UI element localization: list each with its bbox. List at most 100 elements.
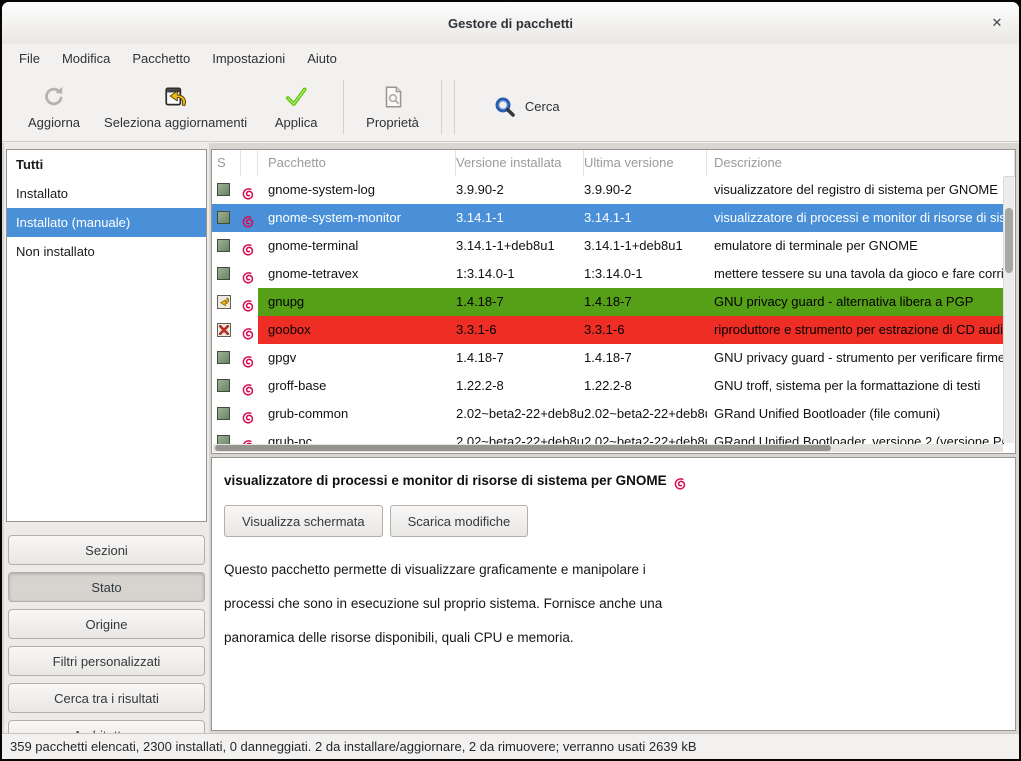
filter-mode-button-sezioni[interactable]: Sezioni: [8, 535, 205, 565]
menu-pacchetto[interactable]: Pacchetto: [121, 47, 201, 70]
changelog-button[interactable]: Scarica modifiche: [390, 505, 529, 537]
latest-version: 1.4.18-7: [584, 288, 707, 316]
apply-button[interactable]: Applica: [259, 80, 333, 134]
filter-mode-button-origine[interactable]: Origine: [8, 609, 205, 639]
column-header-descrizione[interactable]: Descrizione: [707, 150, 1015, 176]
titlebar[interactable]: Gestore di pacchetti ✕: [2, 2, 1019, 44]
table-header: S PacchettoVersione installataUltima vers…: [212, 150, 1015, 177]
refresh-button[interactable]: Aggiorna: [16, 80, 92, 134]
filter-mode-button-stato[interactable]: Stato: [8, 572, 205, 602]
installed-checkbox-icon[interactable]: [217, 211, 230, 224]
debian-swirl-icon: [241, 435, 255, 444]
latest-version: 1.4.18-7: [584, 344, 707, 372]
mark-upgrades-icon: [163, 84, 189, 110]
package-description: emulatore di terminale per GNOME: [707, 232, 1004, 260]
table-row[interactable]: gnome-terminal3.14.1-1+deb8u13.14.1-1+de…: [212, 232, 1004, 260]
screenshot-button[interactable]: Visualizza schermata: [224, 505, 383, 537]
swirl-cell: [241, 288, 258, 316]
package-description: mettere tessere su una tavola da gioco e…: [707, 260, 1004, 288]
filter-list: TuttiInstallatoInstallato (manuale)Non i…: [6, 149, 207, 522]
table-hscrollbar[interactable]: [213, 444, 1003, 452]
installed-version: 1.4.18-7: [456, 344, 584, 372]
debian-swirl-icon: [241, 267, 255, 281]
table-vscrollbar[interactable]: [1003, 177, 1014, 443]
table-row[interactable]: gnome-system-monitor3.14.1-13.14.1-1visu…: [212, 204, 1004, 232]
package-description: GNU privacy guard - strumento per verifi…: [707, 344, 1004, 372]
package-name: gnupg: [258, 288, 456, 316]
latest-version: 3.14.1-1: [584, 204, 707, 232]
close-icon[interactable]: ✕: [989, 15, 1005, 31]
package-description: visualizzatore di processi e monitor di …: [707, 204, 1004, 232]
package-name: grub-pc: [258, 428, 456, 444]
filter-mode-buttons: Sezioni Stato Origine Filtri personalizzati…: [6, 528, 207, 750]
details-buttons: Visualizza schermata Scarica modifiche: [224, 505, 1003, 537]
column-header-s[interactable]: S: [212, 150, 241, 176]
installed-checkbox-icon[interactable]: [217, 407, 230, 420]
package-name: gnome-terminal: [258, 232, 456, 260]
sidebar-filter-item[interactable]: Tutti: [7, 150, 206, 179]
status-cell: [212, 176, 241, 204]
sidebar-filter-item[interactable]: Installato (manuale): [7, 208, 206, 237]
right-panel: S PacchettoVersione installataUltima vers…: [211, 143, 1016, 733]
properties-button[interactable]: Proprietà: [354, 80, 431, 134]
header-icon-spacer: [241, 150, 258, 176]
status-cell: [212, 344, 241, 372]
swirl-cell: [241, 204, 258, 232]
refresh-label: Aggiorna: [28, 115, 80, 130]
table-row[interactable]: gpgv1.4.18-71.4.18-7GNU privacy guard - …: [212, 344, 1004, 372]
debian-swirl-icon: [241, 379, 255, 393]
installed-version: 2.02~beta2-22+deb8u1: [456, 400, 584, 428]
installed-checkbox-icon[interactable]: [217, 435, 230, 444]
details-title: visualizzatore di processi e monitor di …: [224, 473, 667, 488]
search-button[interactable]: Cerca: [483, 89, 570, 125]
sidebar-filter-item[interactable]: Installato: [7, 179, 206, 208]
menu-modifica[interactable]: Modifica: [51, 47, 121, 70]
details-title-row: visualizzatore di processi e monitor di …: [224, 470, 1003, 491]
table-body: gnome-system-log3.9.90-23.9.90-2visualiz…: [212, 176, 1004, 444]
installed-version: 1:3.14.0-1: [456, 260, 584, 288]
latest-version: 3.3.1-6: [584, 316, 707, 344]
table-row[interactable]: groff-base1.22.2-81.22.2-8GNU troff, sis…: [212, 372, 1004, 400]
statusbar: 359 pacchetti elencati, 2300 installati,…: [2, 733, 1019, 759]
toolbar-separator: [343, 80, 344, 134]
menu-file[interactable]: File: [8, 47, 51, 70]
installed-checkbox-icon[interactable]: [217, 351, 230, 364]
swirl-cell: [241, 316, 258, 344]
package-description: riproduttore e strumento per estrazione …: [707, 316, 1004, 344]
column-header-versione-installata[interactable]: Versione installata: [456, 150, 584, 176]
table-row[interactable]: goobox3.3.1-63.3.1-6riproduttore e strum…: [212, 316, 1004, 344]
column-header-ultima-versione[interactable]: Ultima versione: [584, 150, 707, 176]
package-name: groff-base: [258, 372, 456, 400]
mark-upgrades-button[interactable]: Seleziona aggiornamenti: [92, 80, 259, 134]
installed-version: 1.22.2-8: [456, 372, 584, 400]
installed-checkbox-icon[interactable]: [217, 183, 230, 196]
sidebar-filter-item[interactable]: Non installato: [7, 237, 206, 266]
description-line: panoramica delle risorse disponibili, qu…: [224, 621, 1003, 655]
table-row[interactable]: gnome-system-log3.9.90-23.9.90-2visualiz…: [212, 176, 1004, 204]
package-name: goobox: [258, 316, 456, 344]
column-header-pacchetto[interactable]: Pacchetto: [258, 150, 456, 176]
status-cell: [212, 372, 241, 400]
menu-impostazioni[interactable]: Impostazioni: [201, 47, 296, 70]
marked-reinstall-icon[interactable]: [217, 295, 231, 309]
status-cell: [212, 428, 241, 444]
marked-remove-icon[interactable]: [217, 323, 231, 337]
description-line: Questo pacchetto permette di visualizzar…: [224, 553, 1003, 587]
table-row[interactable]: gnome-tetravex1:3.14.0-11:3.14.0-1metter…: [212, 260, 1004, 288]
installed-checkbox-icon[interactable]: [217, 379, 230, 392]
scrollbar-thumb[interactable]: [1005, 208, 1013, 273]
menu-aiuto[interactable]: Aiuto: [296, 47, 348, 70]
toolbar-separator: [454, 80, 455, 134]
installed-checkbox-icon[interactable]: [217, 239, 230, 252]
package-description: GRand Unified Bootloader, versione 2 (ve…: [707, 428, 1004, 444]
installed-version: 3.9.90-2: [456, 176, 584, 204]
filter-mode-button-filtri-personalizzati[interactable]: Filtri personalizzati: [8, 646, 205, 676]
table-row[interactable]: grub-common2.02~beta2-22+deb8u12.02~beta…: [212, 400, 1004, 428]
scrollbar-thumb[interactable]: [215, 445, 831, 451]
status-cell: [212, 260, 241, 288]
table-row[interactable]: gnupg1.4.18-71.4.18-7GNU privacy guard -…: [212, 288, 1004, 316]
filter-mode-button-cerca-tra-i-risultati[interactable]: Cerca tra i risultati: [8, 683, 205, 713]
installed-checkbox-icon[interactable]: [217, 267, 230, 280]
table-row[interactable]: grub-pc2.02~beta2-22+deb8u12.02~beta2-22…: [212, 428, 1004, 444]
refresh-icon: [41, 84, 67, 110]
